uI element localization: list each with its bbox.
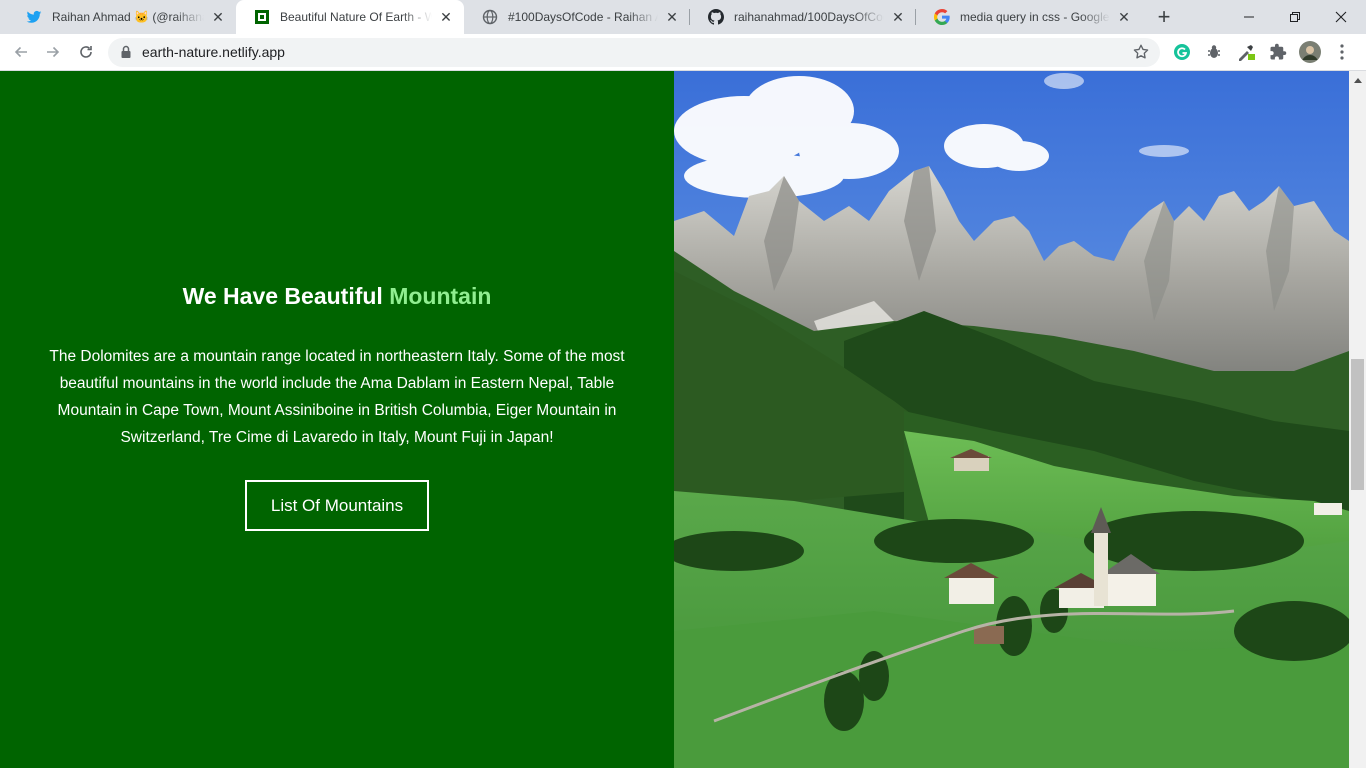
page-scrollbar[interactable] [1349, 71, 1366, 768]
page-viewport: We Have Beautiful Mountain The Dolomites… [0, 71, 1349, 768]
tab-title: #100DaysOfCode - Raihan Ahmad [508, 10, 658, 24]
twitter-icon [26, 9, 42, 25]
page-heading: We Have Beautiful Mountain [0, 283, 674, 310]
hero-paragraph: The Dolomites are a mountain range locat… [49, 348, 625, 446]
tab-title: Beautiful Nature Of Earth - Website [280, 10, 432, 24]
eyedropper-extension-icon[interactable] [1236, 42, 1256, 62]
site-icon [254, 9, 270, 25]
close-tab-icon[interactable]: ✕ [664, 9, 680, 25]
tab-earth-nature[interactable]: Beautiful Nature Of Earth - Website ✕ [236, 0, 464, 34]
close-tab-icon[interactable]: ✕ [890, 9, 906, 25]
grammarly-icon[interactable] [1172, 42, 1192, 62]
close-tab-icon[interactable]: ✕ [1116, 9, 1132, 25]
heading-accent: Mountain [389, 283, 492, 309]
bug-extension-icon[interactable] [1204, 42, 1224, 62]
browser-toolbar: earth-nature.netlify.app [0, 34, 1366, 71]
url-text: earth-nature.netlify.app [142, 44, 285, 60]
mountain-photo [664, 71, 1349, 768]
back-icon[interactable] [8, 39, 34, 65]
scroll-thumb[interactable] [1351, 359, 1364, 490]
scroll-up-arrow-icon[interactable] [1349, 71, 1366, 88]
tab-title: raihanahmad/100DaysOfCode [734, 10, 884, 24]
tab-twitter[interactable]: Raihan Ahmad 🐱 (@raihanahmad) ✕ [8, 0, 236, 34]
heading-text: We Have Beautiful [182, 283, 383, 309]
tab-github[interactable]: raihanahmad/100DaysOfCode ✕ [690, 0, 916, 34]
google-icon [934, 9, 950, 25]
globe-icon [482, 9, 498, 25]
reload-icon[interactable] [73, 39, 99, 65]
tab-strip: Raihan Ahmad 🐱 (@raihanahmad) ✕ Beautifu… [0, 0, 1366, 34]
close-tab-icon[interactable]: ✕ [210, 9, 226, 25]
lock-icon[interactable] [120, 45, 132, 64]
tab-google-search[interactable]: media query in css - Google Search ✕ [916, 0, 1142, 34]
profile-avatar-icon[interactable] [1299, 41, 1321, 63]
close-tab-icon[interactable]: ✕ [438, 9, 454, 25]
restore-icon[interactable] [1272, 0, 1318, 34]
tab-title: media query in css - Google Search [960, 10, 1110, 24]
github-icon [708, 9, 724, 25]
hero-text-panel: We Have Beautiful Mountain The Dolomites… [0, 71, 674, 768]
new-tab-icon[interactable]: + [1152, 4, 1176, 29]
address-bar[interactable]: earth-nature.netlify.app [108, 38, 1160, 67]
tab-100daysofcode[interactable]: #100DaysOfCode - Raihan Ahmad ✕ [464, 0, 690, 34]
close-window-icon[interactable] [1318, 0, 1364, 34]
minimize-icon[interactable] [1226, 0, 1272, 34]
bookmark-star-icon[interactable] [1132, 43, 1150, 66]
forward-icon[interactable] [40, 39, 66, 65]
browser-menu-icon[interactable] [1332, 42, 1352, 62]
list-of-mountains-button[interactable]: List Of Mountains [245, 480, 429, 531]
extensions-puzzle-icon[interactable] [1268, 42, 1288, 62]
tab-title: Raihan Ahmad 🐱 (@raihanahmad) [52, 10, 204, 24]
